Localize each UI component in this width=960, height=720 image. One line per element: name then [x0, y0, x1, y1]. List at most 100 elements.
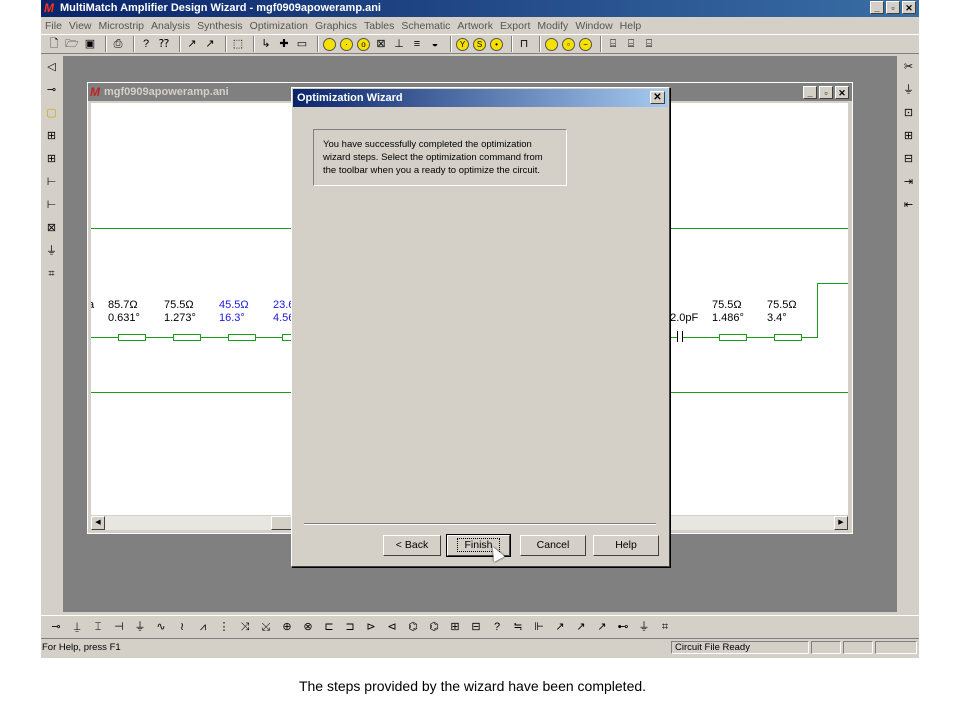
open-folder-icon[interactable]: 🗁: [65, 37, 79, 51]
k-icon[interactable]: ⊠: [41, 217, 62, 240]
arrow-out-icon[interactable]: ⇤: [898, 194, 919, 217]
shunt-cap-icon[interactable]: ⏚: [133, 620, 147, 634]
context-help-icon[interactable]: ⁇: [157, 37, 171, 51]
new-file-icon[interactable]: 🗋: [47, 37, 61, 51]
square-icon[interactable]: ▫: [562, 37, 575, 51]
chip2-icon[interactable]: ⌸: [624, 37, 638, 51]
bias2-icon[interactable]: ⌬: [427, 620, 441, 634]
transistor-icon[interactable]: ⊕: [280, 620, 294, 634]
dialog-titlebar[interactable]: Optimization Wizard ✕: [293, 89, 668, 107]
menu-modify[interactable]: Modify: [537, 20, 568, 32]
circle-dot-icon[interactable]: ·: [340, 37, 353, 51]
twoport2-icon[interactable]: ⊐: [343, 620, 357, 634]
series-rlc-icon[interactable]: ⩘: [196, 620, 210, 634]
series-cap-icon[interactable]: ⊣: [112, 620, 126, 634]
shunt-rlc-icon[interactable]: ⋮: [217, 620, 231, 634]
chip3-icon[interactable]: ⌸: [642, 37, 656, 51]
app-titlebar[interactable]: M MultiMatch Amplifier Design Wizard - m…: [41, 0, 919, 17]
y-icon[interactable]: Y: [456, 37, 469, 51]
filter-icon[interactable]: ⊞: [448, 620, 462, 634]
menu-view[interactable]: View: [69, 20, 92, 32]
probe3-icon[interactable]: ↗: [595, 620, 609, 634]
chip-icon[interactable]: ⌸: [606, 37, 620, 51]
cil-icon[interactable]: ⊞: [41, 148, 62, 171]
junction-icon[interactable]: ⌗: [658, 620, 672, 634]
bracket-icon[interactable]: ⊓: [517, 37, 531, 51]
menu-microstrip[interactable]: Microstrip: [99, 20, 145, 32]
menu-help[interactable]: Help: [620, 20, 642, 32]
probe2-icon[interactable]: ↗: [574, 620, 588, 634]
probe-icon[interactable]: ↗: [553, 620, 567, 634]
menu-analysis[interactable]: Analysis: [151, 20, 190, 32]
oval-icon[interactable]: −: [579, 37, 592, 51]
minus-box-icon[interactable]: ⊟: [898, 148, 919, 171]
print-icon[interactable]: ⎙: [111, 37, 125, 51]
menu-tables[interactable]: Tables: [364, 20, 394, 32]
arrow-icon[interactable]: ↳: [259, 37, 273, 51]
square-x-icon[interactable]: ⊠: [374, 37, 388, 51]
filter2-icon[interactable]: ⊟: [469, 620, 483, 634]
menu-optimization[interactable]: Optimization: [250, 20, 308, 32]
select-icon[interactable]: ⬚: [231, 37, 245, 51]
diode2-icon[interactable]: ⊲: [385, 620, 399, 634]
in-icon[interactable]: ⊢: [41, 171, 62, 194]
shunt-ind-icon[interactable]: ≀: [175, 620, 189, 634]
switch-icon[interactable]: ⊩: [532, 620, 546, 634]
dialog-close-icon[interactable]: ✕: [650, 91, 665, 104]
s-icon[interactable]: S: [473, 37, 486, 51]
transistor2-icon[interactable]: ⊗: [301, 620, 315, 634]
target-icon[interactable]: •: [490, 37, 503, 51]
terminal-icon[interactable]: ⊷: [616, 620, 630, 634]
port-left-icon[interactable]: ◁: [41, 56, 62, 79]
equation-icon[interactable]: ≒: [511, 620, 525, 634]
cross-icon[interactable]: ✚: [277, 37, 291, 51]
scroll-left-icon[interactable]: ◀: [91, 516, 105, 530]
coupled-icon[interactable]: ⤨: [238, 620, 252, 634]
coupled2-icon[interactable]: ⤩: [259, 620, 273, 634]
series-ind-icon[interactable]: ∿: [154, 620, 168, 634]
circle-icon[interactable]: [323, 37, 336, 51]
arrow-in-icon[interactable]: ⇥: [898, 171, 919, 194]
stub-icon[interactable]: ⌶: [91, 620, 105, 634]
rect-icon[interactable]: ▢: [41, 102, 62, 125]
restore-button[interactable]: ▫: [886, 1, 900, 14]
cir-icon[interactable]: ⊞: [41, 125, 62, 148]
back-button[interactable]: < Back: [383, 535, 441, 556]
equals-icon[interactable]: ≡: [410, 37, 424, 51]
cancel-button[interactable]: Cancel: [520, 535, 586, 556]
shunt-res-icon[interactable]: ⍊: [70, 620, 84, 634]
wire-icon[interactable]: ↗: [185, 37, 199, 51]
ground-icon[interactable]: ⏚: [637, 620, 651, 634]
child-restore-button[interactable]: ▫: [819, 86, 833, 99]
child-close-button[interactable]: ✕: [835, 86, 849, 99]
help-icon[interactable]: ?: [139, 37, 153, 51]
on-icon[interactable]: ⊢: [41, 194, 62, 217]
menu-file[interactable]: File: [45, 20, 62, 32]
ground-icon[interactable]: ⏚: [898, 79, 919, 102]
menu-schematic[interactable]: Schematic: [401, 20, 450, 32]
junction-icon[interactable]: ⌗: [41, 263, 62, 286]
ring-icon[interactable]: [545, 37, 558, 51]
plus-box-icon[interactable]: ⊞: [898, 125, 919, 148]
arc-icon[interactable]: ◒: [428, 37, 442, 51]
bias-icon[interactable]: ⌬: [406, 620, 420, 634]
minimize-button[interactable]: _: [870, 1, 884, 14]
child-minimize-button[interactable]: _: [803, 86, 817, 99]
menu-synthesis[interactable]: Synthesis: [197, 20, 243, 32]
box-dot-icon[interactable]: ⊡: [898, 102, 919, 125]
box-icon[interactable]: ▭: [295, 37, 309, 51]
ground-icon[interactable]: ⏚: [41, 240, 62, 263]
help-button[interactable]: Help: [593, 535, 659, 556]
menu-artwork[interactable]: Artwork: [457, 20, 493, 32]
diode-icon[interactable]: ⊳: [364, 620, 378, 634]
twoport-icon[interactable]: ⊏: [322, 620, 336, 634]
menu-graphics[interactable]: Graphics: [315, 20, 357, 32]
scroll-right-icon[interactable]: ▶: [834, 516, 848, 530]
tee-icon[interactable]: ⊥: [392, 37, 406, 51]
scissors-icon[interactable]: ✂: [898, 56, 919, 79]
question-icon[interactable]: ?: [490, 620, 504, 634]
circle-ring-icon[interactable]: o: [357, 37, 370, 51]
save-disk-icon[interactable]: ▣: [83, 37, 97, 51]
close-button[interactable]: ✕: [902, 1, 916, 14]
wire2-icon[interactable]: ↗: [203, 37, 217, 51]
